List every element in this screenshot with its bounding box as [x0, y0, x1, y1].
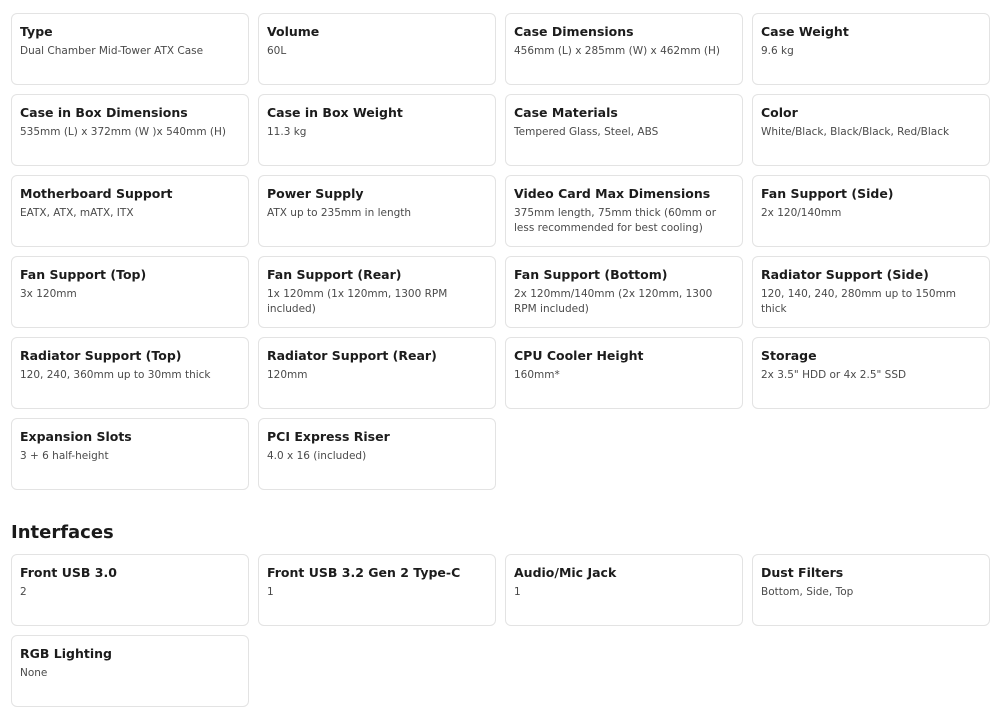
spec-card-materials: Case Materials Tempered Glass, Steel, AB… — [505, 94, 743, 166]
spec-card-volume: Volume 60L — [258, 13, 496, 85]
spec-card-storage: Storage 2x 3.5" HDD or 4x 2.5" SSD — [752, 337, 990, 409]
spec-title: Case Dimensions — [514, 24, 634, 39]
spec-title: Motherboard Support — [20, 186, 173, 201]
spec-title: Fan Support (Side) — [761, 186, 894, 201]
spec-title: Case Materials — [514, 105, 618, 120]
spec-card-motherboard-support: Motherboard Support EATX, ATX, mATX, ITX — [11, 175, 249, 247]
spec-value: 1x 120mm (1x 120mm, 1300 RPM included) — [267, 288, 448, 315]
spec-value: 456mm (L) x 285mm (W) x 462mm (H) — [514, 45, 720, 57]
spec-value: 3 + 6 half-height — [20, 450, 109, 462]
spec-value: 3x 120mm — [20, 288, 77, 300]
spec-card-video-card: Video Card Max Dimensions 375mm length, … — [505, 175, 743, 247]
spec-title: Power Supply — [267, 186, 364, 201]
spec-title: CPU Cooler Height — [514, 348, 644, 363]
spec-title: Expansion Slots — [20, 429, 132, 444]
spec-card-fan-top: Fan Support (Top) 3x 120mm — [11, 256, 249, 328]
interface-title: Front USB 3.0 — [20, 565, 117, 580]
spec-card-power-supply: Power Supply ATX up to 235mm in length — [258, 175, 496, 247]
spec-card-fan-side: Fan Support (Side) 2x 120/140mm — [752, 175, 990, 247]
spec-title: Color — [761, 105, 798, 120]
interface-title: Audio/Mic Jack — [514, 565, 617, 580]
spec-value: 120, 240, 360mm up to 30mm thick — [20, 369, 211, 381]
spec-card-fan-rear: Fan Support (Rear) 1x 120mm (1x 120mm, 1… — [258, 256, 496, 328]
spec-title: Fan Support (Rear) — [267, 267, 402, 282]
interface-value: Bottom, Side, Top — [761, 586, 854, 598]
spec-card-case-weight: Case Weight 9.6 kg — [752, 13, 990, 85]
spec-value: Dual Chamber Mid-Tower ATX Case — [20, 45, 204, 57]
interface-card-dust-filters: Dust Filters Bottom, Side, Top — [752, 554, 990, 626]
interface-title: Dust Filters — [761, 565, 844, 580]
spec-title: Type — [20, 24, 53, 39]
spec-value: 120mm — [267, 369, 308, 381]
interface-value: 1 — [514, 586, 521, 598]
spec-title: Volume — [267, 24, 320, 39]
spec-title: Fan Support (Bottom) — [514, 267, 668, 282]
spec-value: 535mm (L) x 372mm (W )x 540mm (H) — [20, 126, 226, 138]
spec-value: 2x 120mm/140mm (2x 120mm, 1300 RPM inclu… — [514, 288, 713, 315]
spec-value: 60L — [267, 45, 287, 57]
spec-card-box-dimensions: Case in Box Dimensions 535mm (L) x 372mm… — [11, 94, 249, 166]
spec-value: 4.0 x 16 (included) — [267, 450, 367, 462]
spec-title: Case in Box Dimensions — [20, 105, 188, 120]
spec-title: PCI Express Riser — [267, 429, 390, 444]
interface-card-audio-mic: Audio/Mic Jack 1 — [505, 554, 743, 626]
interface-title: Front USB 3.2 Gen 2 Type-C — [267, 565, 461, 580]
spec-value: 9.6 kg — [761, 45, 794, 57]
spec-title: Radiator Support (Top) — [20, 348, 182, 363]
spec-value: 375mm length, 75mm thick (60mm or less r… — [514, 207, 717, 234]
spec-card-type: Type Dual Chamber Mid-Tower ATX Case — [11, 13, 249, 85]
spec-card-fan-bottom: Fan Support (Bottom) 2x 120mm/140mm (2x … — [505, 256, 743, 328]
spec-value: White/Black, Black/Black, Red/Black — [761, 126, 950, 138]
spec-value: 11.3 kg — [267, 126, 307, 138]
spec-card-radiator-top: Radiator Support (Top) 120, 240, 360mm u… — [11, 337, 249, 409]
spec-value: EATX, ATX, mATX, ITX — [20, 207, 134, 219]
interface-card-front-usb-3: Front USB 3.0 2 — [11, 554, 249, 626]
spec-card-radiator-rear: Radiator Support (Rear) 120mm — [258, 337, 496, 409]
spec-title: Video Card Max Dimensions — [514, 186, 711, 201]
interface-value: None — [20, 667, 48, 679]
interfaces-heading: Interfaces — [11, 522, 114, 543]
spec-card-cpu-cooler-height: CPU Cooler Height 160mm* — [505, 337, 743, 409]
spec-card-case-dimensions: Case Dimensions 456mm (L) x 285mm (W) x … — [505, 13, 743, 85]
interface-title: RGB Lighting — [20, 646, 112, 661]
specs-grid: Type Dual Chamber Mid-Tower ATX Case Vol… — [11, 13, 990, 490]
spec-card-expansion-slots: Expansion Slots 3 + 6 half-height — [11, 418, 249, 490]
spec-title: Storage — [761, 348, 817, 363]
spec-value: 160mm* — [514, 369, 560, 381]
interfaces-grid: Front USB 3.0 2 Front USB 3.2 Gen 2 Type… — [11, 554, 990, 707]
spec-value: ATX up to 235mm in length — [267, 207, 412, 219]
spec-value: 2x 120/140mm — [761, 207, 842, 219]
interface-value: 1 — [267, 586, 274, 598]
spec-value: 120, 140, 240, 280mm up to 150mm thick — [761, 288, 957, 315]
spec-card-radiator-side: Radiator Support (Side) 120, 140, 240, 2… — [752, 256, 990, 328]
spec-title: Case in Box Weight — [267, 105, 403, 120]
spec-value: 2x 3.5" HDD or 4x 2.5" SSD — [761, 369, 907, 381]
spec-title: Fan Support (Top) — [20, 267, 147, 282]
interface-value: 2 — [20, 586, 27, 598]
spec-value: Tempered Glass, Steel, ABS — [514, 126, 659, 138]
spec-title: Case Weight — [761, 24, 849, 39]
interface-card-front-usb-type-c: Front USB 3.2 Gen 2 Type-C 1 — [258, 554, 496, 626]
spec-title: Radiator Support (Rear) — [267, 348, 437, 363]
spec-card-color: Color White/Black, Black/Black, Red/Blac… — [752, 94, 990, 166]
spec-title: Radiator Support (Side) — [761, 267, 929, 282]
interface-card-rgb-lighting: RGB Lighting None — [11, 635, 249, 707]
spec-card-pci-express-riser: PCI Express Riser 4.0 x 16 (included) — [258, 418, 496, 490]
spec-card-box-weight: Case in Box Weight 11.3 kg — [258, 94, 496, 166]
